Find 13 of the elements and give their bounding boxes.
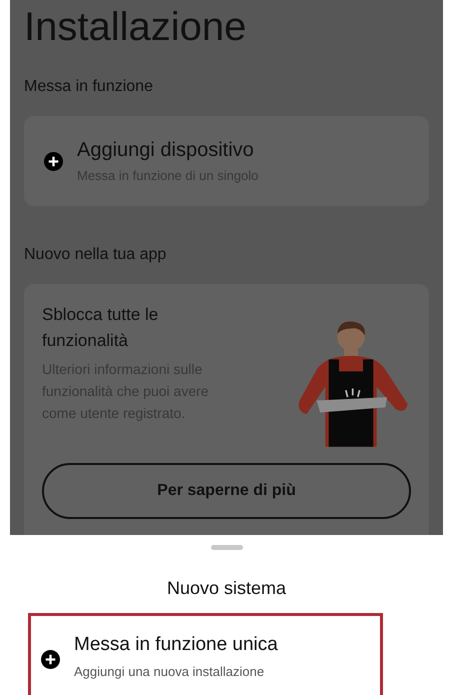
plus-icon xyxy=(44,152,63,170)
learn-more-button[interactable]: Per saperne di più xyxy=(42,463,411,519)
section-heading: Nuovo nella tua app xyxy=(24,246,168,264)
section-heading: Messa in funzione xyxy=(24,78,154,96)
option-title: Messa in funzione unica xyxy=(74,634,278,656)
item-title: Aggiungi dispositivo xyxy=(77,139,255,162)
plus-icon xyxy=(41,650,60,669)
promo-title: Sblocca tutte le funzionalità xyxy=(42,304,160,352)
sheet-option[interactable]: Messa in funzione unica Aggiungi una nuova installazione xyxy=(28,613,383,695)
page-title: Installazione xyxy=(24,4,248,50)
option-subtitle: Aggiungi una nuova installazione xyxy=(74,664,266,679)
sheet-title: Nuovo sistema xyxy=(166,578,286,599)
drag-handle[interactable] xyxy=(210,545,242,550)
